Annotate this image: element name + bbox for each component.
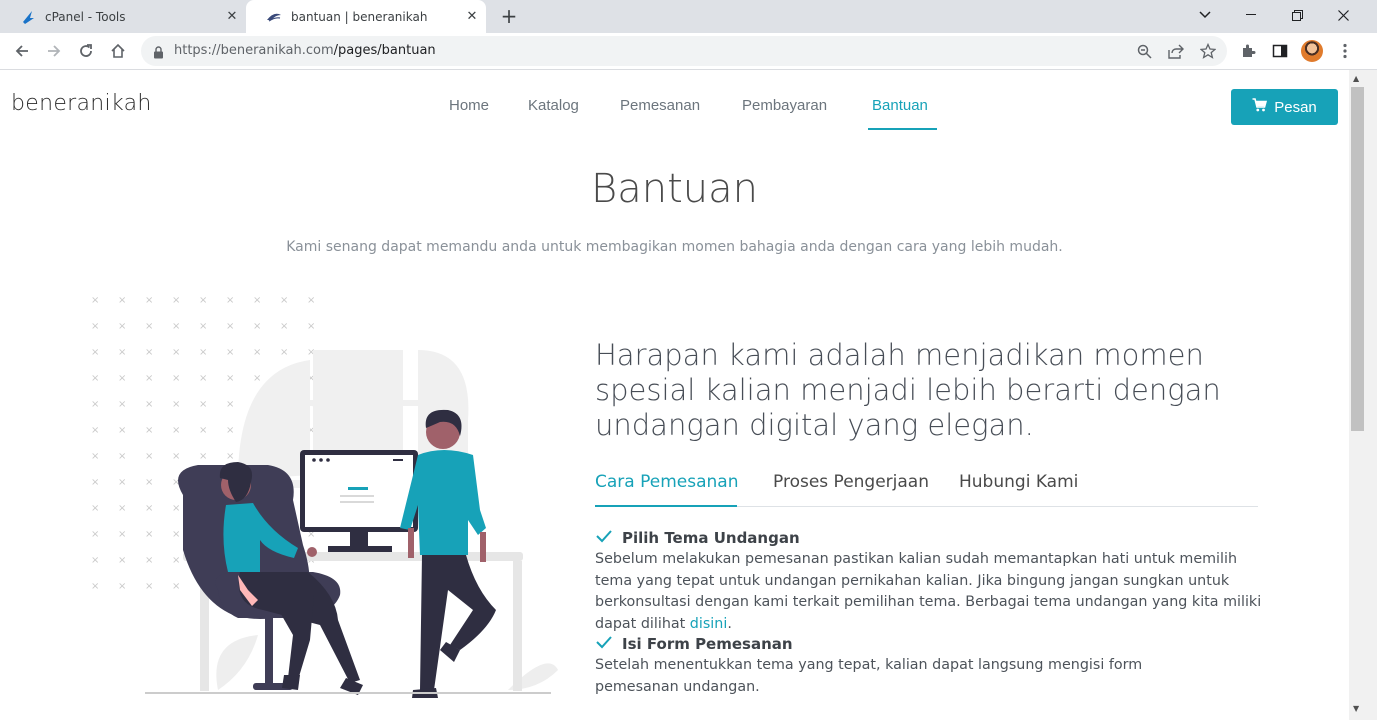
zoom-icon[interactable] <box>1135 42 1153 60</box>
scroll-down-arrow-icon[interactable]: ▼ <box>1353 704 1359 713</box>
order-button[interactable]: Pesan <box>1231 89 1338 125</box>
step-isi-form: Isi Form Pemesanan Setelah menentukkan t… <box>595 635 1265 698</box>
svg-text:×: × <box>199 295 207 306</box>
cart-icon <box>1252 98 1268 116</box>
svg-text:×: × <box>280 295 288 306</box>
help-headline: Harapan kami adalah menjadikan momen spe… <box>595 338 1221 442</box>
url-path: /pages/bantuan <box>333 43 436 58</box>
step-description: Setelah menentukkan tema yang tepat, kal… <box>595 657 1143 695</box>
svg-text:×: × <box>226 295 234 306</box>
tab-active-indicator <box>595 505 737 507</box>
step-description: Sebelum melakukan pemesanan pastikan kal… <box>595 549 1265 635</box>
kebab-menu-icon[interactable] <box>1333 39 1357 63</box>
step-title: Pilih Tema Undangan <box>622 529 800 547</box>
browser-tabstrip: cPanel - Tools ✕ bantuan | beneranikah ✕… <box>0 0 1377 33</box>
home-icon[interactable] <box>106 39 130 63</box>
browser-tab-bantuan[interactable]: bantuan | beneranikah ✕ <box>246 0 486 33</box>
forward-icon[interactable] <box>42 39 66 63</box>
page-subtitle: Kami senang dapat memandu anda untuk mem… <box>286 239 1063 255</box>
step-text-end: . <box>727 615 732 632</box>
step-heading: Pilih Tema Undangan <box>595 529 1265 547</box>
nav-active-indicator <box>868 128 937 130</box>
nav-pembayaran[interactable]: Pembayaran <box>742 97 827 114</box>
svg-text:×: × <box>145 295 153 306</box>
nav-katalog[interactable]: Katalog <box>528 97 579 114</box>
tab-title: cPanel - Tools <box>45 9 126 24</box>
check-icon <box>595 635 613 653</box>
svg-text:×: × <box>118 295 126 306</box>
close-tab-icon[interactable]: ✕ <box>224 8 240 24</box>
scrollbar-thumb[interactable] <box>1351 87 1364 431</box>
step-heading: Isi Form Pemesanan <box>595 635 1265 653</box>
profile-avatar[interactable] <box>1301 40 1323 62</box>
side-panel-icon[interactable] <box>1268 39 1292 63</box>
minimize-button[interactable] <box>1228 0 1274 30</box>
svg-text:×: × <box>172 295 180 306</box>
tab-proses-pengerjaan[interactable]: Proses Pengerjaan <box>773 472 929 492</box>
address-bar[interactable]: https://beneranikah.com/pages/bantuan <box>141 36 1227 66</box>
browser-tab-cpanel[interactable]: cPanel - Tools ✕ <box>0 0 246 33</box>
lock-icon[interactable] <box>153 44 164 63</box>
web-page: beneranikah Home Katalog Pemesanan Pemba… <box>0 70 1349 720</box>
tab-title: bantuan | beneranikah <box>291 9 428 24</box>
bookmark-star-icon[interactable] <box>1199 42 1217 60</box>
svg-text:×: × <box>307 295 315 306</box>
reload-icon[interactable] <box>74 39 98 63</box>
site-logo[interactable]: beneranikah <box>11 91 152 116</box>
close-tab-icon[interactable]: ✕ <box>464 8 480 24</box>
order-button-label: Pesan <box>1274 98 1317 116</box>
extensions-puzzle-icon[interactable] <box>1236 39 1260 63</box>
cpanel-favicon-icon <box>20 9 36 25</box>
scroll-up-arrow-icon[interactable]: ▲ <box>1353 74 1359 83</box>
step-pilih-tema: Pilih Tema Undangan Sebelum melakukan pe… <box>595 529 1265 635</box>
tab-cara-pemesanan[interactable]: Cara Pemesanan <box>595 472 738 492</box>
tab-hubungi-kami[interactable]: Hubungi Kami <box>959 472 1078 492</box>
browser-toolbar: https://beneranikah.com/pages/bantuan <box>0 33 1377 70</box>
back-icon[interactable] <box>10 39 34 63</box>
nav-pemesanan[interactable]: Pemesanan <box>620 97 700 114</box>
page-title: Bantuan <box>591 166 758 212</box>
close-window-button[interactable] <box>1320 0 1366 30</box>
theme-catalog-link[interactable]: disini <box>690 616 728 632</box>
svg-text:×: × <box>253 295 261 306</box>
page-scrollbar[interactable]: ▲ ▼ <box>1349 70 1377 720</box>
help-tabs: Cara Pemesanan Proses Pengerjaan Hubungi… <box>595 470 1258 507</box>
site-favicon-icon <box>266 9 282 25</box>
help-illustration: × × × × × × × × × <box>88 290 558 710</box>
svg-text:×: × <box>91 295 99 306</box>
step-title: Isi Form Pemesanan <box>622 635 793 653</box>
nav-home[interactable]: Home <box>449 97 489 114</box>
url-host: https://beneranikah.com <box>174 43 334 58</box>
nav-bantuan[interactable]: Bantuan <box>872 97 928 114</box>
share-icon[interactable] <box>1167 42 1185 60</box>
new-tab-button[interactable]: + <box>499 6 519 26</box>
tab-search-icon[interactable] <box>1182 0 1228 30</box>
url-text: https://beneranikah.com/pages/bantuan <box>174 43 436 58</box>
check-icon <box>595 529 613 547</box>
restore-button[interactable] <box>1274 0 1320 30</box>
